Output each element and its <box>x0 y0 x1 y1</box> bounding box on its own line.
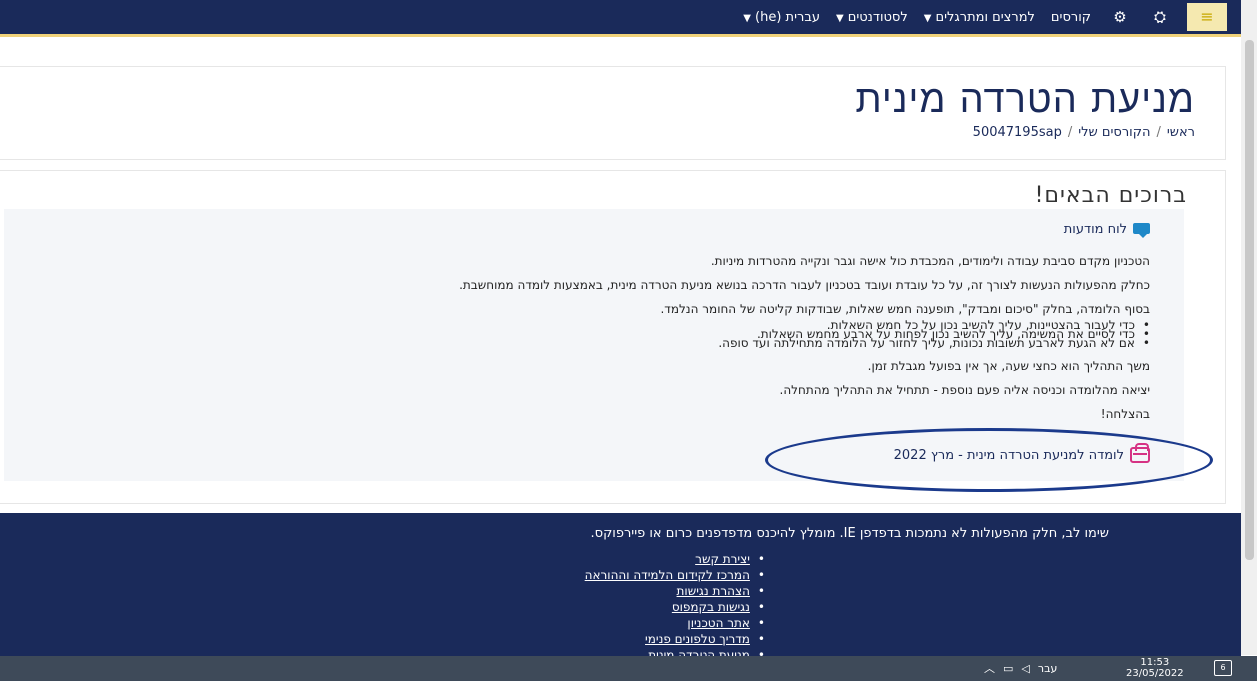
breadcrumb-separator: / <box>1067 125 1073 140</box>
footer-link-phonebook[interactable]: מדריך טלפונים פנימי <box>585 631 765 647</box>
volume-icon[interactable]: ◁ <box>1021 662 1029 675</box>
chevron-down-icon: ▼ <box>743 12 751 24</box>
input-language[interactable]: עבר <box>1038 662 1057 675</box>
breadcrumb-home[interactable]: ראשי <box>1167 125 1195 140</box>
duration-text: משך התהליך הוא כחצי שעה, אך אין בפועל מג… <box>867 359 1150 373</box>
page-header: מניעת הטרדה מינית ראשי / הקורסים שלי / 50047… <box>0 66 1226 160</box>
notification-count: 6 <box>1220 663 1226 672</box>
breadcrumb-my-courses[interactable]: הקורסים שלי <box>1078 125 1150 140</box>
footer-link-technion-site[interactable]: אתר הטכניון <box>585 615 765 631</box>
forum-link-label: לוח מודעות <box>1063 222 1127 237</box>
forum-icon <box>1133 222 1150 238</box>
breadcrumb: ראשי / הקורסים שלי / 50047195sap <box>973 125 1195 140</box>
breadcrumb-separator: / <box>1156 125 1161 140</box>
good-luck-text: בהצלחה! <box>1100 407 1150 421</box>
menu-button[interactable]: ≡ <box>1187 3 1227 31</box>
language-label: עברית (he) <box>755 9 820 25</box>
clock-time: 11:53 <box>1140 657 1170 668</box>
top-navbar: ≡ ⛭ ⚙ קורסים למרצים ומתרגלים▼ לסטודנטים▼… <box>0 0 1241 34</box>
network-icon[interactable]: ▭ <box>1003 662 1013 675</box>
system-tray: ︿ ▭ ◁ עבר <box>984 660 1057 676</box>
chevron-down-icon: ▼ <box>923 12 932 24</box>
chevron-down-icon: ▼ <box>835 12 844 24</box>
os-taskbar: ︿ ▭ ◁ עבר 11:53 23/05/2022 6 <box>0 656 1257 681</box>
accessibility-icon[interactable]: ⛭ <box>1147 8 1173 26</box>
intro-paragraph: כחלק מהפעולות הנעשות לצורך זה, על כל עוב… <box>459 278 1150 292</box>
footer-link-contact[interactable]: יצירת קשר <box>585 551 765 567</box>
browser-notice: שימו לב, חלק מהפעולות לא נתמכות בדפדפן I… <box>590 526 1110 541</box>
list-item: אם לא הגעת לארבע תשובות נכונות, עליך לחז… <box>718 337 1150 349</box>
footer-link-campus-accessibility[interactable]: נגישות בקמפוס <box>585 599 765 615</box>
breadcrumb-course[interactable]: 50047195sap <box>973 125 1062 140</box>
chevron-up-icon[interactable]: ︿ <box>984 660 995 676</box>
intro-paragraph: הטכניון מקדם סביבת עבודה ולימודים, המכבד… <box>710 254 1150 268</box>
intro-paragraph: בסוף הלומדה, בחלק "סיכום ומבדק", תופענה … <box>660 302 1150 316</box>
nav-lecturers[interactable]: למרצים ומתרגלים▼ <box>924 10 1035 25</box>
instructions-list: כדי לעבור בהצטיינות, עליך להשיב נכון על … <box>718 319 1150 349</box>
highlight-annotation <box>765 428 1213 492</box>
exit-warning-text: יציאה מהלומדה וכניסה אליה פעם נוספת - תת… <box>779 383 1150 397</box>
clock-date: 23/05/2022 <box>1126 668 1184 679</box>
page-title: מניעת הטרדה מינית <box>855 77 1195 121</box>
navbar-underline <box>0 34 1241 37</box>
page-scrollbar[interactable] <box>1241 0 1257 655</box>
forum-link[interactable]: לוח מודעות <box>1063 222 1150 238</box>
notification-icon[interactable]: 6 <box>1214 660 1232 676</box>
page-footer: שימו לב, חלק מהפעולות לא נתמכות בדפדפן I… <box>0 513 1241 663</box>
nav-courses[interactable]: קורסים <box>1051 10 1091 25</box>
nav-students[interactable]: לסטודנטים▼ <box>836 10 908 25</box>
nav-students-label: לסטודנטים <box>847 9 908 25</box>
language-menu[interactable]: עברית (he) ▼ <box>743 10 820 25</box>
menu-icon: ≡ <box>1200 7 1214 26</box>
clock[interactable]: 11:53 23/05/2022 <box>1126 657 1184 679</box>
footer-links: יצירת קשר המרכז לקידום הלמידה וההוראה הצ… <box>585 551 765 663</box>
footer-link-teaching-center[interactable]: המרכז לקידום הלמידה וההוראה <box>585 567 765 583</box>
nav-lecturers-label: למרצים ומתרגלים <box>935 9 1035 25</box>
footer-link-accessibility-statement[interactable]: הצהרת נגישות <box>585 583 765 599</box>
section-title: ברוכים הבאים! <box>1034 183 1187 208</box>
gears-icon[interactable]: ⚙ <box>1107 8 1133 26</box>
scroll-thumb[interactable] <box>1245 40 1254 560</box>
